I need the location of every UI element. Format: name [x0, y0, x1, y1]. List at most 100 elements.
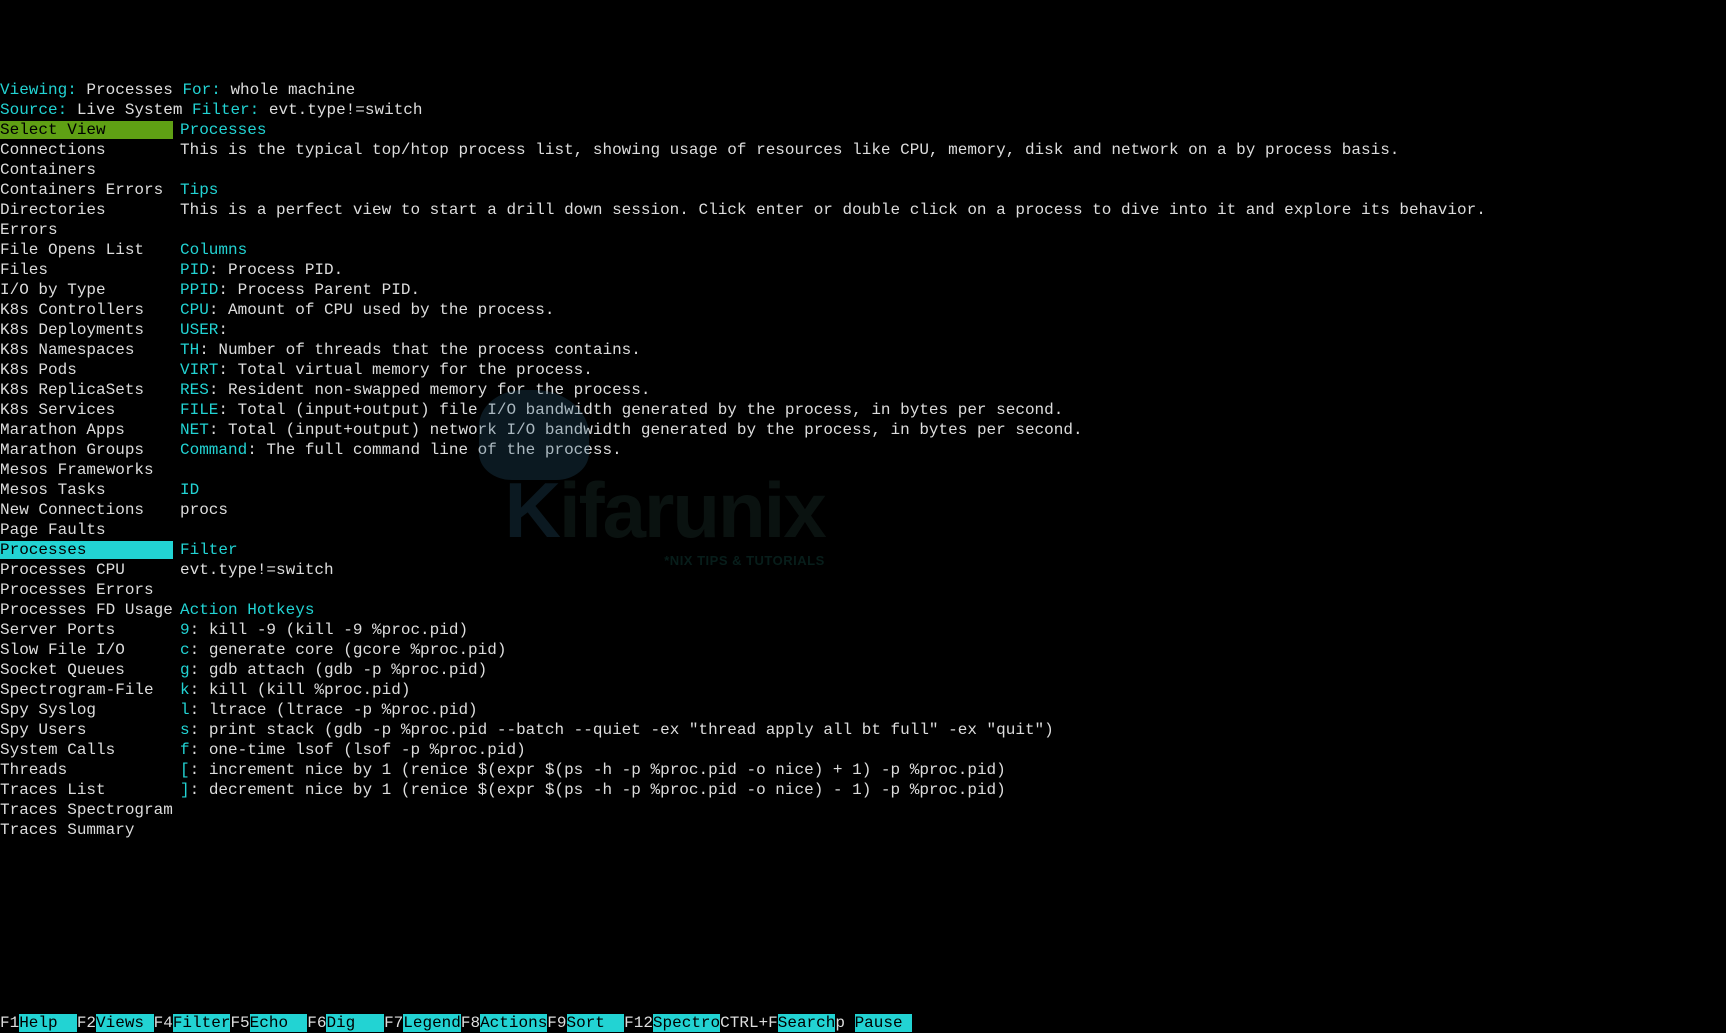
sidebar-item-31[interactable]: Threads [0, 761, 67, 779]
hotkey-key-6: f [180, 740, 190, 760]
footer-key-5: F7 [384, 1014, 403, 1032]
column-desc-6: : Resident non-swapped memory for the pr… [209, 380, 651, 400]
sidebar-item-2[interactable]: Containers Errors [0, 181, 163, 199]
sidebar-item-6[interactable]: Files [0, 261, 48, 279]
footer-bar: F1Help F2Views F4FilterF5Echo F6Dig F7Le… [0, 1013, 1726, 1033]
column-name-1: PPID [180, 280, 218, 300]
sidebar-item-25[interactable]: Slow File I/O [0, 641, 125, 659]
footer-label-2[interactable]: Filter [173, 1014, 231, 1032]
sidebar-item-33[interactable]: Traces Spectrogram [0, 801, 173, 819]
header-filter-label: Filter: [192, 100, 259, 120]
hotkey-key-7: [ [180, 760, 190, 780]
hotkey-desc-4: : ltrace (ltrace -p %proc.pid) [190, 700, 478, 720]
column-name-0: PID [180, 260, 209, 280]
detail-id-value: procs [180, 500, 228, 520]
footer-key-2: F4 [154, 1014, 173, 1032]
hotkey-key-8: ] [180, 780, 190, 800]
sidebar-item-5[interactable]: File Opens List [0, 241, 144, 259]
footer-key-8: F12 [624, 1014, 653, 1032]
sidebar-item-17[interactable]: Mesos Tasks [0, 481, 106, 499]
sidebar-item-30[interactable]: System Calls [0, 741, 115, 759]
sidebar-item-13[interactable]: K8s Services [0, 401, 115, 419]
column-name-3: USER [180, 320, 218, 340]
sidebar-item-24[interactable]: Server Ports [0, 621, 115, 639]
hotkey-desc-3: : kill (kill %proc.pid) [190, 680, 411, 700]
header-for-value: whole machine [221, 80, 355, 100]
sidebar-item-23[interactable]: Processes FD Usage [0, 601, 173, 619]
sidebar-item-15[interactable]: Marathon Groups [0, 441, 144, 459]
detail-filter-value: evt.type!=switch [180, 560, 334, 580]
sidebar-item-18[interactable]: New Connections [0, 501, 144, 519]
column-desc-5: : Total virtual memory for the process. [218, 360, 592, 380]
header-filter-value: evt.type!=switch [259, 100, 422, 120]
column-name-5: VIRT [180, 360, 218, 380]
sidebar-item-21[interactable]: Processes CPU [0, 561, 125, 579]
sidebar-item-0[interactable]: Connections [0, 141, 106, 159]
detail-id-label: ID [180, 480, 199, 500]
column-desc-0: : Process PID. [209, 260, 343, 280]
sidebar-item-1[interactable]: Containers [0, 161, 96, 179]
sidebar-item-16[interactable]: Mesos Frameworks [0, 461, 154, 479]
footer-key-9: CTRL+F [720, 1014, 778, 1032]
sidebar-item-22[interactable]: Processes Errors [0, 581, 154, 599]
footer-label-5[interactable]: Legend [403, 1014, 461, 1032]
sidebar-item-4[interactable]: Errors [0, 221, 58, 239]
column-desc-1: : Process Parent PID. [218, 280, 420, 300]
header-source-label: Source: [0, 100, 67, 120]
footer-label-6[interactable]: Actions [480, 1014, 547, 1032]
column-name-7: FILE [180, 400, 218, 420]
footer-label-3[interactable]: Echo [250, 1014, 308, 1032]
sidebar-item-20[interactable]: Processes [0, 541, 173, 559]
column-desc-4: : Number of threads that the process con… [199, 340, 641, 360]
column-desc-9: : The full command line of the process. [247, 440, 621, 460]
column-name-4: TH [180, 340, 199, 360]
sidebar-item-14[interactable]: Marathon Apps [0, 421, 125, 439]
hotkey-key-4: l [180, 700, 190, 720]
footer-key-6: F8 [461, 1014, 480, 1032]
footer-label-8[interactable]: Spectro [653, 1014, 720, 1032]
detail-title: Processes [180, 120, 266, 140]
footer-label-7[interactable]: Sort [567, 1014, 625, 1032]
detail-hotkeys-label: Action Hotkeys [180, 600, 314, 620]
column-name-8: NET [180, 420, 209, 440]
footer-key-10: p [835, 1014, 854, 1032]
sidebar-item-27[interactable]: Spectrogram-File [0, 681, 154, 699]
column-desc-2: : Amount of CPU used by the process. [209, 300, 555, 320]
footer-label-10[interactable]: Pause [855, 1014, 913, 1032]
footer-label-1[interactable]: Views [96, 1014, 154, 1032]
sidebar-item-26[interactable]: Socket Queues [0, 661, 125, 679]
hotkey-desc-0: : kill -9 (kill -9 %proc.pid) [190, 620, 468, 640]
sidebar-item-12[interactable]: K8s ReplicaSets [0, 381, 144, 399]
sidebar-item-19[interactable]: Page Faults [0, 521, 106, 539]
sidebar-item-10[interactable]: K8s Namespaces [0, 341, 134, 359]
detail-description: This is the typical top/htop process lis… [180, 140, 1399, 160]
header-viewing-label: Viewing: [0, 80, 77, 100]
hotkey-desc-2: : gdb attach (gdb -p %proc.pid) [190, 660, 488, 680]
header-source-value: Live System [67, 100, 192, 120]
hotkey-desc-5: : print stack (gdb -p %proc.pid --batch … [190, 720, 1054, 740]
column-desc-7: : Total (input+output) file I/O bandwidt… [218, 400, 1063, 420]
footer-label-0[interactable]: Help [19, 1014, 77, 1032]
sidebar-item-3[interactable]: Directories [0, 201, 106, 219]
sidebar-item-11[interactable]: K8s Pods [0, 361, 77, 379]
detail-tips-text: This is a perfect view to start a drill … [180, 200, 1486, 220]
sidebar-item-28[interactable]: Spy Syslog [0, 701, 96, 719]
sidebar-item-32[interactable]: Traces List [0, 781, 106, 799]
footer-key-1: F2 [77, 1014, 96, 1032]
hotkey-desc-6: : one-time lsof (lsof -p %proc.pid) [190, 740, 526, 760]
sidebar-item-9[interactable]: K8s Deployments [0, 321, 144, 339]
sidebar-item-34[interactable]: Traces Summary [0, 821, 134, 839]
hotkey-key-2: g [180, 660, 190, 680]
detail-tips-label: Tips [180, 180, 218, 200]
hotkey-key-0: 9 [180, 620, 190, 640]
footer-label-4[interactable]: Dig [326, 1014, 384, 1032]
sidebar-item-7[interactable]: I/O by Type [0, 281, 106, 299]
column-desc-8: : Total (input+output) network I/O bandw… [209, 420, 1083, 440]
sidebar-title: Select View [0, 121, 173, 139]
sidebar-item-29[interactable]: Spy Users [0, 721, 86, 739]
column-desc-3: : [218, 320, 228, 340]
footer-key-0: F1 [0, 1014, 19, 1032]
header-viewing-value: Processes [77, 80, 183, 100]
footer-label-9[interactable]: Search [778, 1014, 836, 1032]
sidebar-item-8[interactable]: K8s Controllers [0, 301, 144, 319]
